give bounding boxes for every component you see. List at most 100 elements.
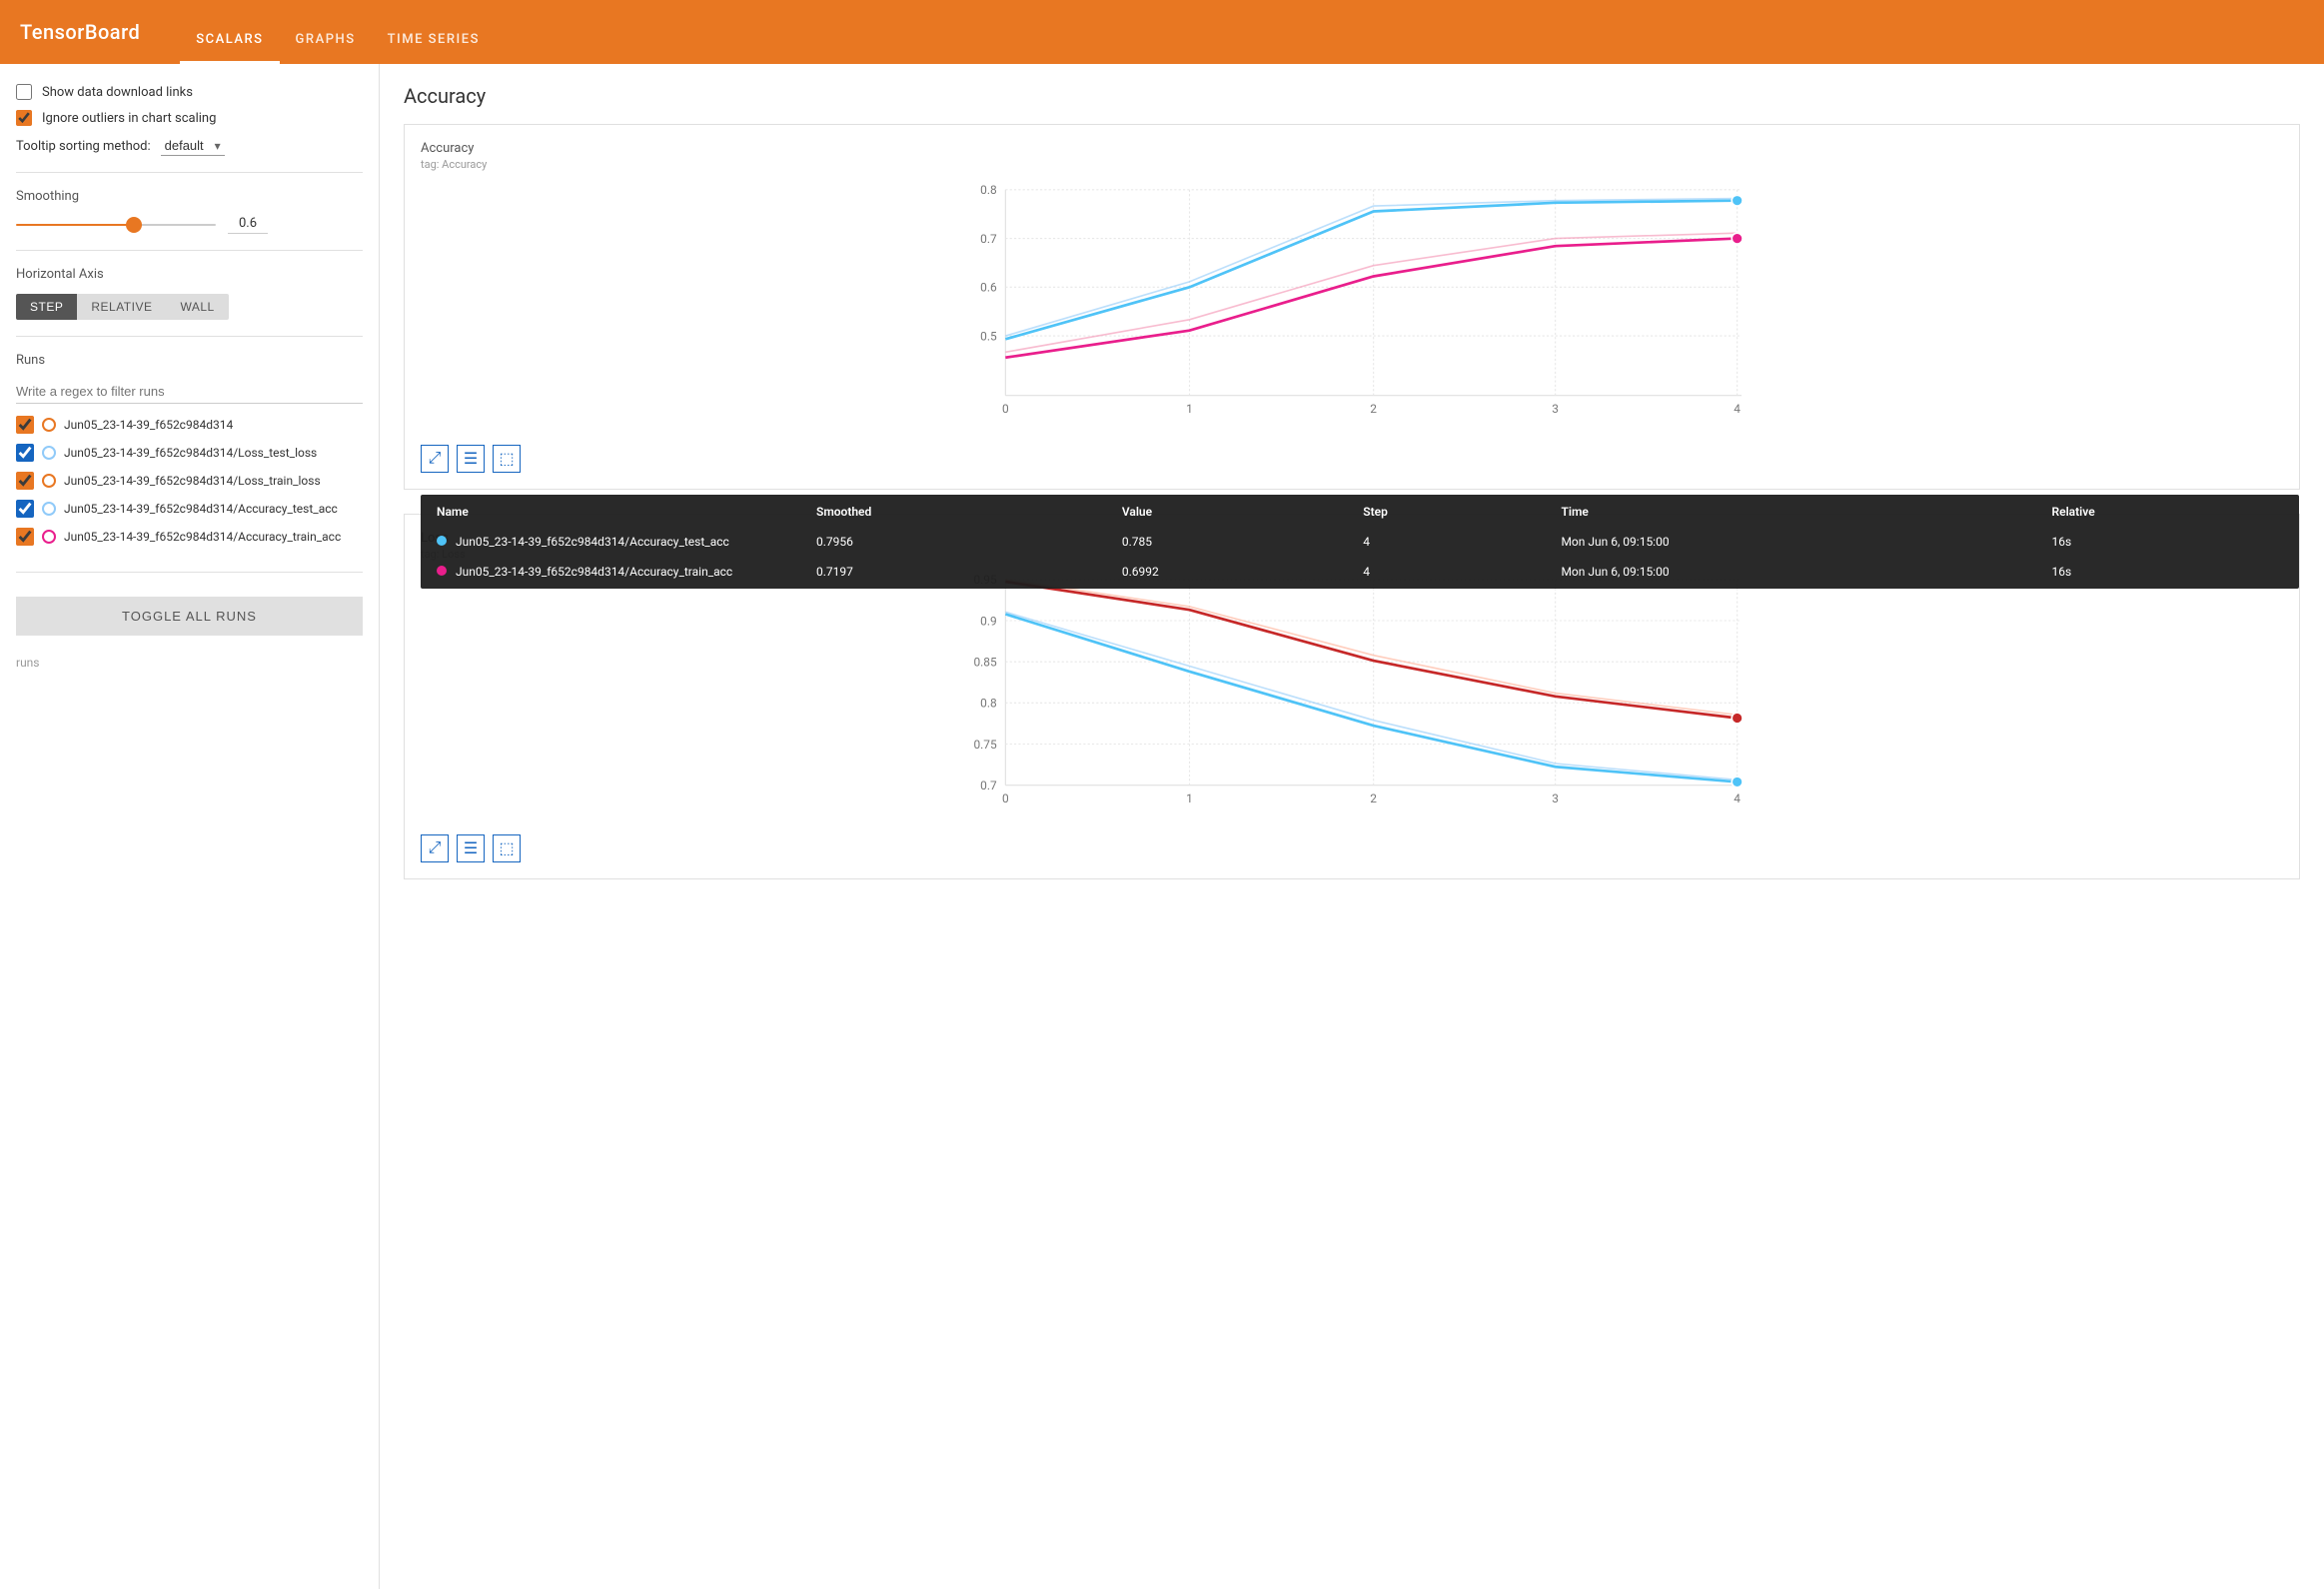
show-data-links-row: Show data download links	[16, 84, 363, 100]
svg-text:0.7: 0.7	[980, 232, 997, 246]
run-color-circle-3	[42, 502, 56, 516]
axis-step-button[interactable]: STEP	[16, 294, 77, 320]
svg-text:0.9: 0.9	[980, 614, 997, 628]
svg-text:0.8: 0.8	[980, 183, 997, 197]
list-item: Jun05_23-14-39_f652c984d314	[16, 416, 363, 434]
tooltip-row-0-step: 4	[1347, 529, 1545, 559]
svg-text:0.7: 0.7	[980, 779, 997, 793]
tooltip-row-0-name: Jun05_23-14-39_f652c984d314/Accuracy_tes…	[421, 529, 800, 559]
page-title: Accuracy	[404, 84, 2300, 108]
svg-text:0: 0	[1002, 402, 1009, 416]
app-logo: TensorBoard	[20, 20, 140, 44]
tooltip-row-1-time: Mon Jun 6, 09:15:00	[1545, 559, 2035, 589]
tooltip-sorting-row: Tooltip sorting method: default	[16, 136, 363, 156]
tooltip-header-step: Step	[1347, 495, 1545, 529]
tooltip-header-value: Value	[1106, 495, 1347, 529]
table-row: Jun05_23-14-39_f652c984d314/Accuracy_tra…	[421, 559, 2299, 589]
run-name-2: Jun05_23-14-39_f652c984d314/Loss_train_l…	[64, 474, 321, 488]
toggle-all-runs-button[interactable]: TOGGLE ALL RUNS	[16, 597, 363, 636]
tooltip-row-0-time: Mon Jun 6, 09:15:00	[1545, 529, 2035, 559]
run-name-4: Jun05_23-14-39_f652c984d314/Accuracy_tra…	[64, 530, 341, 544]
nav-tab-graphs[interactable]: GRAPHS	[280, 32, 372, 64]
svg-text:0.8: 0.8	[980, 697, 997, 711]
show-data-links-label: Show data download links	[42, 85, 193, 100]
horizontal-axis-label: Horizontal Axis	[16, 267, 363, 282]
tooltip-row-1-relative: 16s	[2035, 559, 2299, 589]
tooltip-select-wrapper: default	[161, 136, 225, 156]
run-name-0: Jun05_23-14-39_f652c984d314	[64, 418, 233, 432]
run-color-circle-0	[42, 418, 56, 432]
svg-text:2: 2	[1370, 402, 1377, 416]
svg-text:4: 4	[1734, 402, 1741, 416]
loss-download-button[interactable]: ⬚	[493, 834, 521, 862]
show-data-links-checkbox[interactable]	[16, 84, 32, 100]
tooltip-table: Name Smoothed Value Step Time Relative	[421, 495, 2299, 589]
run-color-circle-4	[42, 530, 56, 544]
svg-text:3: 3	[1552, 792, 1559, 805]
tooltip-header-relative: Relative	[2035, 495, 2299, 529]
ignore-outliers-checkbox[interactable]	[16, 110, 32, 126]
smoothing-slider[interactable]	[16, 224, 216, 226]
loss-data-button[interactable]: ☰	[457, 834, 485, 862]
accuracy-chart: 0.8 0.7 0.6 0.5 0 1 2 3 4	[421, 179, 2283, 439]
runs-label: Runs	[16, 353, 363, 368]
runs-filter-input[interactable]	[16, 380, 363, 404]
smoothing-value: 0.6	[228, 216, 268, 234]
axis-relative-button[interactable]: RELATIVE	[77, 294, 166, 320]
tooltip-sorting-label: Tooltip sorting method:	[16, 139, 151, 154]
accuracy-chart-icons: ⤢ ☰ ⬚	[421, 445, 2283, 473]
run-checkbox-4[interactable]	[16, 528, 34, 546]
run-color-circle-1	[42, 446, 56, 460]
list-item: Jun05_23-14-39_f652c984d314/Loss_train_l…	[16, 472, 363, 490]
run-color-circle-2	[42, 474, 56, 488]
nav-tab-time-series[interactable]: TIME SERIES	[372, 32, 496, 64]
accuracy-chart-svg: 0.8 0.7 0.6 0.5 0 1 2 3 4	[421, 179, 2283, 439]
ignore-outliers-row: Ignore outliers in chart scaling	[16, 110, 363, 126]
accuracy-card-title: Accuracy	[421, 141, 2283, 156]
svg-text:0: 0	[1002, 792, 1009, 805]
expand-chart-button[interactable]: ⤢	[421, 445, 449, 473]
tooltip-row-0-smoothed: 0.7956	[800, 529, 1106, 559]
run-checkbox-2[interactable]	[16, 472, 34, 490]
sidebar: Show data download links Ignore outliers…	[0, 64, 380, 1589]
loss-chart-icons: ⤢ ☰ ⬚	[421, 834, 2283, 862]
accuracy-card: Accuracy tag: Accuracy	[404, 124, 2300, 490]
download-button[interactable]: ⬚	[493, 445, 521, 473]
run-name-1: Jun05_23-14-39_f652c984d314/Loss_test_lo…	[64, 446, 317, 460]
chart-tooltip: Name Smoothed Value Step Time Relative	[421, 495, 2299, 589]
content-area: Accuracy Accuracy tag: Accuracy	[380, 64, 2324, 1589]
tooltip-header-name: Name	[421, 495, 800, 529]
axis-wall-button[interactable]: WALL	[166, 294, 228, 320]
loss-expand-button[interactable]: ⤢	[421, 834, 449, 862]
run-checkbox-3[interactable]	[16, 500, 34, 518]
smoothing-section: Smoothing 0.6	[16, 189, 363, 251]
svg-text:2: 2	[1370, 792, 1377, 805]
list-item: Jun05_23-14-39_f652c984d314/Accuracy_tra…	[16, 528, 363, 546]
loss-chart-svg: 0.95 0.9 0.85 0.8 0.75 0.7 0 1 2 3 4	[421, 569, 2283, 828]
tooltip-row-1-step: 4	[1347, 559, 1545, 589]
smoothing-slider-row: 0.6	[16, 216, 363, 234]
svg-text:3: 3	[1552, 402, 1559, 416]
run-checkbox-0[interactable]	[16, 416, 34, 434]
tooltip-color-dot-blue	[437, 536, 447, 546]
tooltip-row-1-name: Jun05_23-14-39_f652c984d314/Accuracy_tra…	[421, 559, 800, 589]
svg-text:1: 1	[1186, 402, 1193, 416]
run-checkbox-1[interactable]	[16, 444, 34, 462]
horizontal-axis-section: Horizontal Axis STEP RELATIVE WALL	[16, 267, 363, 337]
svg-text:0.85: 0.85	[973, 656, 997, 670]
svg-text:4: 4	[1734, 792, 1741, 805]
smoothing-label: Smoothing	[16, 189, 363, 204]
svg-text:0.6: 0.6	[980, 281, 997, 295]
loss-chart: 0.95 0.9 0.85 0.8 0.75 0.7 0 1 2 3 4	[421, 569, 2283, 828]
tooltip-sorting-select[interactable]: default	[161, 136, 225, 156]
tooltip-row-0-value: 0.785	[1106, 529, 1347, 559]
tooltip-color-dot-pink	[437, 566, 447, 576]
tooltip-row-0-relative: 16s	[2035, 529, 2299, 559]
table-row: Jun05_23-14-39_f652c984d314/Accuracy_tes…	[421, 529, 2299, 559]
data-button[interactable]: ☰	[457, 445, 485, 473]
main-layout: Show data download links Ignore outliers…	[0, 64, 2324, 1589]
list-item: Jun05_23-14-39_f652c984d314/Accuracy_tes…	[16, 500, 363, 518]
svg-text:0.5: 0.5	[980, 329, 997, 343]
nav-tab-scalars[interactable]: SCALARS	[180, 32, 279, 64]
axis-buttons: STEP RELATIVE WALL	[16, 294, 363, 320]
